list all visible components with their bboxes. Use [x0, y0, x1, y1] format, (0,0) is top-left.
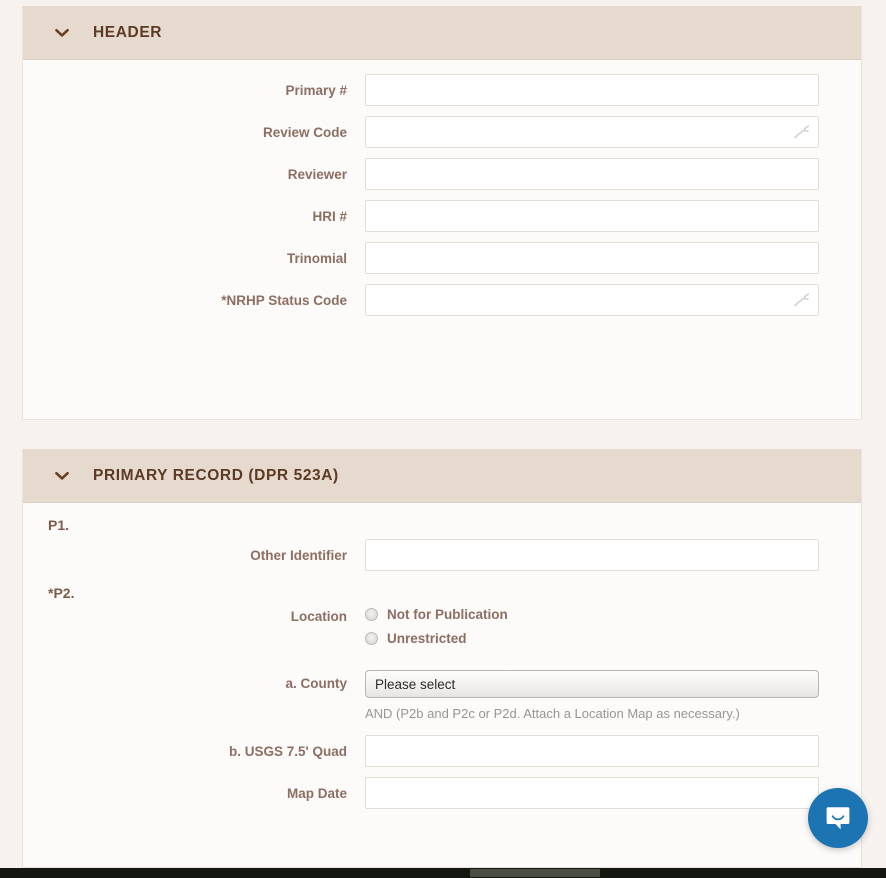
field-row-review-code: Review Code	[23, 116, 861, 148]
field-row-usgs-quad: b. USGS 7.5' Quad	[23, 735, 861, 767]
radio-option-not-for-publication[interactable]: Not for Publication	[365, 607, 839, 622]
radio-input-unrestricted[interactable]	[365, 632, 378, 645]
label-map-date: Map Date	[286, 786, 347, 801]
label-county: a. County	[285, 676, 347, 691]
section-header-bar[interactable]: HEADER	[23, 6, 861, 60]
label-hri-number: HRI #	[312, 209, 347, 224]
map-date-input[interactable]	[365, 777, 819, 809]
section-title: HEADER	[93, 23, 163, 41]
hri-number-input[interactable]	[365, 200, 819, 232]
field-row-map-date: Map Date	[23, 777, 861, 809]
trinomial-input[interactable]	[365, 242, 819, 274]
label-location: Location	[290, 609, 347, 624]
field-row-other-identifier: Other Identifier	[23, 539, 861, 571]
radio-option-unrestricted[interactable]: Unrestricted	[365, 631, 839, 646]
chat-launcher-button[interactable]	[808, 788, 868, 848]
primary-number-input[interactable]	[365, 74, 819, 106]
section-header: HEADER Primary # Review Code Reviewer HR…	[22, 6, 862, 420]
section-primary-record: PRIMARY RECORD (DPR 523A) P1. Other Iden…	[22, 449, 862, 868]
page-viewport: HEADER Primary # Review Code Reviewer HR…	[0, 0, 886, 868]
review-code-input[interactable]	[365, 116, 819, 148]
chevron-down-icon[interactable]	[53, 24, 71, 42]
field-row-nrhp-status-code: *NRHP Status Code	[23, 284, 861, 316]
label-nrhp-status-code: *NRHP Status Code	[221, 293, 347, 308]
reviewer-input[interactable]	[365, 158, 819, 190]
section-header-body: Primary # Review Code Reviewer HRI # Tri…	[23, 60, 861, 316]
label-trinomial: Trinomial	[286, 251, 347, 266]
radio-input-not-for-publication[interactable]	[365, 608, 378, 621]
chevron-down-icon[interactable]	[53, 467, 71, 485]
nrhp-status-code-input[interactable]	[365, 284, 819, 316]
location-helper-text: AND (P2b and P2c or P2d. Attach a Locati…	[365, 706, 740, 721]
other-identifier-input[interactable]	[365, 539, 819, 571]
radio-label-unrestricted: Unrestricted	[387, 631, 467, 646]
os-bottom-bar	[0, 868, 886, 878]
field-row-primary-number: Primary #	[23, 74, 861, 106]
section-primary-record-bar[interactable]: PRIMARY RECORD (DPR 523A)	[23, 449, 861, 503]
radio-label-not-for-publication: Not for Publication	[387, 607, 508, 622]
field-row-reviewer: Reviewer	[23, 158, 861, 190]
usgs-quad-input[interactable]	[365, 735, 819, 767]
field-row-hri-number: HRI #	[23, 200, 861, 232]
field-row-trinomial: Trinomial	[23, 242, 861, 274]
county-select[interactable]: Please select	[365, 670, 819, 698]
chat-bubble-icon	[823, 803, 853, 833]
field-row-location: Location Not for Publication Unrestricte…	[23, 607, 861, 655]
field-number-p2: *P2.	[48, 585, 75, 601]
label-review-code: Review Code	[262, 125, 347, 140]
section-title: PRIMARY RECORD (DPR 523A)	[93, 466, 339, 484]
label-primary-number: Primary #	[285, 83, 347, 98]
label-usgs-quad: b. USGS 7.5' Quad	[229, 744, 347, 759]
label-other-identifier: Other Identifier	[250, 548, 347, 563]
field-row-county: a. County Please select AND (P2b and P2c…	[23, 670, 861, 725]
field-number-p1: P1.	[48, 517, 70, 533]
section-primary-record-body: P1. Other Identifier *P2. Location Not f…	[23, 503, 861, 809]
horizontal-scrollbar-thumb[interactable]	[470, 869, 600, 877]
label-reviewer: Reviewer	[287, 167, 347, 182]
